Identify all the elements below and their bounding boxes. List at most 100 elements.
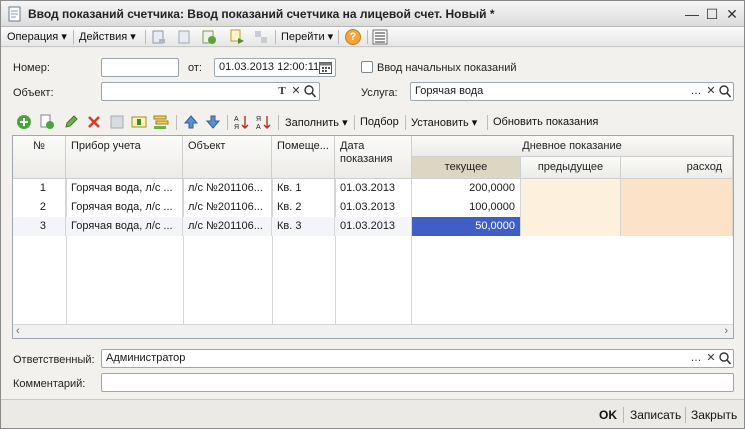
menu-separator: [145, 30, 146, 44]
object-cell[interactable]: л/с №201106...: [183, 198, 272, 217]
date-cell[interactable]: 01.03.2013: [335, 198, 412, 217]
object-label: Объект:: [13, 87, 54, 99]
copy-row-icon[interactable]: [39, 114, 55, 130]
date-field[interactable]: 01.03.2013 12:00:11: [214, 58, 336, 77]
initial-readings-checkbox[interactable]: [361, 61, 373, 73]
number-field[interactable]: [101, 58, 179, 77]
clear-icon[interactable]: ✕: [289, 84, 303, 99]
consumption-cell[interactable]: [621, 179, 733, 198]
previous-cell[interactable]: [521, 198, 621, 217]
column-header-room[interactable]: Помеще...: [272, 136, 335, 179]
svg-text:A: A: [234, 116, 239, 123]
edit-row-icon[interactable]: [63, 114, 79, 130]
device-cell[interactable]: Горячая вода, л/с ...: [66, 198, 183, 217]
consumption-cell[interactable]: [621, 198, 733, 217]
toolbar-separator: [227, 115, 228, 130]
column-header-previous[interactable]: предыдущее: [521, 157, 621, 179]
post-document-icon[interactable]: [151, 29, 167, 45]
update-readings-button[interactable]: Обновить показания: [493, 116, 598, 128]
previous-cell[interactable]: [521, 179, 621, 198]
table-row[interactable]: 1 Горячая вода, л/с ... л/с №201106... К…: [13, 179, 733, 198]
responsible-value: Администратор: [106, 352, 186, 364]
room-cell[interactable]: Кв. 2: [272, 198, 335, 217]
device-cell[interactable]: Горячая вода, л/с ...: [66, 179, 183, 198]
table-row[interactable]: 2 Горячая вода, л/с ... л/с №201106... К…: [13, 198, 733, 217]
room-cell[interactable]: Кв. 1: [272, 179, 335, 198]
column-header-consumption[interactable]: расход: [621, 157, 733, 179]
service-value: Горячая вода: [415, 85, 484, 97]
sort-ascending-icon[interactable]: A Я: [233, 114, 249, 130]
table-row[interactable]: 3 Горячая вода, л/с ... л/с №201106... К…: [13, 217, 733, 236]
sort-descending-icon[interactable]: Я A: [255, 114, 271, 130]
maximize-button[interactable]: ☐: [703, 5, 721, 23]
clear-icon[interactable]: ✕: [704, 351, 718, 366]
help-icon[interactable]: ?: [345, 29, 361, 45]
room-cell[interactable]: Кв. 3: [272, 217, 335, 236]
current-cell[interactable]: 200,0000: [412, 179, 521, 198]
move-up-icon[interactable]: [183, 114, 199, 130]
horizontal-scrollbar[interactable]: ‹ ›: [13, 324, 733, 338]
actions-menu[interactable]: Действия ▾: [79, 30, 136, 43]
clear-icon[interactable]: ✕: [704, 84, 718, 99]
operation-menu[interactable]: Операция ▾: [7, 30, 67, 43]
consumption-cell[interactable]: [621, 217, 733, 236]
object-cell[interactable]: л/с №201106...: [183, 217, 272, 236]
column-header-current[interactable]: текущее: [412, 157, 521, 179]
device-cell[interactable]: Горячая вода, л/с ...: [66, 217, 183, 236]
search-icon[interactable]: [718, 84, 732, 99]
column-header-number[interactable]: №: [13, 136, 66, 179]
readings-table[interactable]: № Прибор учета Объект Помеще... Дата пок…: [12, 135, 734, 339]
text-mode-icon[interactable]: T: [275, 84, 289, 99]
end-edit-icon[interactable]: [109, 114, 125, 130]
date-label: от:: [188, 62, 202, 74]
date-cell[interactable]: 01.03.2013: [335, 179, 412, 198]
sort-list-icon[interactable]: [153, 114, 169, 130]
column-header-date-line2: показания: [340, 153, 393, 165]
date-cell[interactable]: 01.03.2013: [335, 217, 412, 236]
post-and-close-icon[interactable]: [201, 29, 217, 45]
close-window-button[interactable]: ✕: [723, 5, 741, 23]
delete-row-icon[interactable]: [86, 114, 102, 130]
close-button[interactable]: Закрыть: [691, 408, 737, 422]
search-icon[interactable]: [718, 351, 732, 366]
previous-cell[interactable]: [521, 217, 621, 236]
minimize-button[interactable]: —: [683, 5, 701, 23]
column-header-date-line1: Дата: [340, 140, 365, 152]
ok-button[interactable]: OK: [599, 408, 617, 422]
move-down-icon[interactable]: [205, 114, 221, 130]
footer-separator: [685, 407, 686, 423]
column-header-date[interactable]: Дата показания: [335, 136, 412, 179]
comment-field[interactable]: [101, 373, 734, 392]
save-button[interactable]: Записать: [630, 408, 681, 422]
svg-text:Я: Я: [256, 116, 261, 123]
current-cell-selected[interactable]: 50,0000: [412, 217, 521, 236]
document-icon: [8, 6, 21, 22]
search-icon[interactable]: [303, 84, 317, 99]
select-button[interactable]: …: [689, 84, 703, 99]
set-menu-button[interactable]: Установить ▾: [411, 116, 477, 129]
selection-button[interactable]: Подбор: [360, 116, 399, 128]
date-value: 01.03.2013 12:00:11: [219, 61, 320, 73]
list-settings-icon[interactable]: [372, 29, 388, 45]
select-button[interactable]: …: [689, 351, 703, 366]
structure-icon[interactable]: [253, 29, 269, 45]
unpost-document-icon[interactable]: [177, 29, 193, 45]
add-group-icon[interactable]: [131, 114, 147, 130]
fill-menu-button[interactable]: Заполнить ▾: [285, 116, 348, 129]
object-cell[interactable]: л/с №201106...: [183, 179, 272, 198]
scroll-left-icon[interactable]: ‹: [16, 325, 20, 337]
comment-label: Комментарий:: [13, 378, 86, 390]
title-bar: Ввод показаний счетчика: Ввод показаний …: [1, 1, 744, 27]
scroll-right-icon[interactable]: ›: [724, 325, 728, 337]
service-label: Услуга:: [361, 87, 398, 99]
current-cell[interactable]: 100,0000: [412, 198, 521, 217]
calendar-icon[interactable]: [319, 61, 332, 74]
add-row-icon[interactable]: [16, 114, 32, 130]
toolbar-separator: [354, 115, 355, 130]
column-header-object[interactable]: Объект: [183, 136, 272, 179]
create-based-on-icon[interactable]: [229, 29, 245, 45]
goto-menu[interactable]: Перейти ▾: [281, 30, 333, 43]
column-header-device[interactable]: Прибор учета: [66, 136, 183, 179]
responsible-field[interactable]: Администратор: [101, 349, 734, 368]
service-field[interactable]: Горячая вода: [410, 82, 734, 101]
